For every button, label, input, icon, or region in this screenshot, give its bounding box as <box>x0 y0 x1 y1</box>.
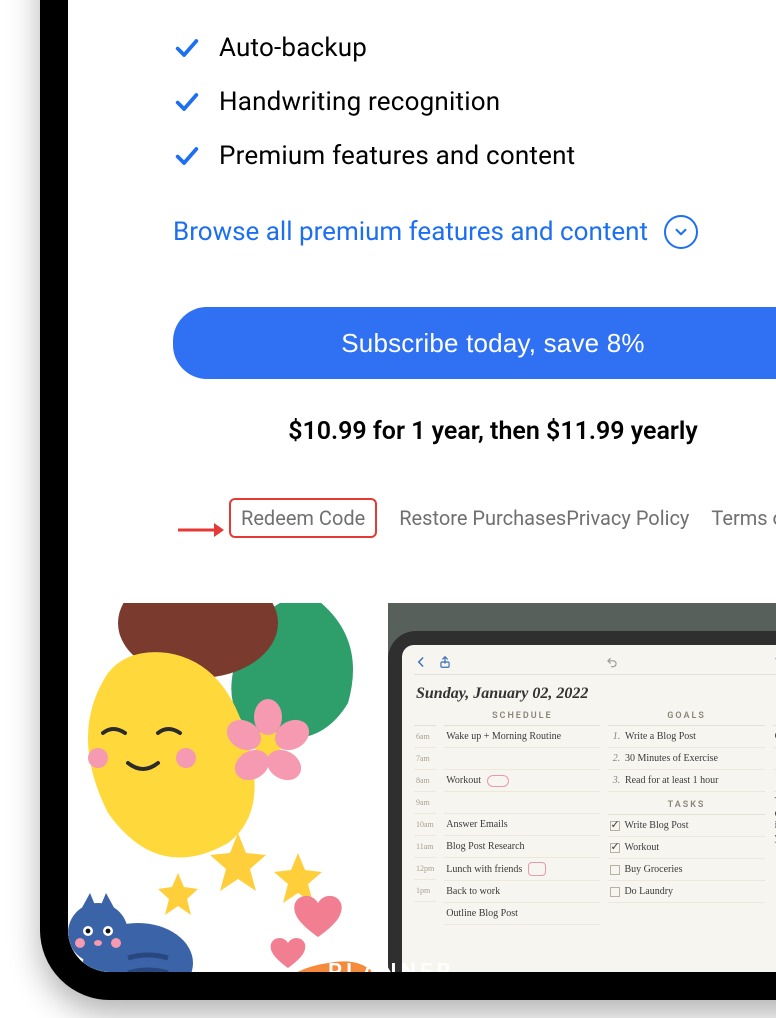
tocall-item <box>773 770 776 792</box>
feature-row: Auto-backup <box>173 33 776 63</box>
tocall-item: Call <box>773 726 776 748</box>
goal-item: 1. Write a Blog Post <box>608 726 764 748</box>
time-cell: 9am <box>414 792 436 814</box>
tocall-item <box>773 748 776 770</box>
goals-tasks-column: GOALS 1. Write a Blog Post 2. 30 Minutes… <box>608 709 764 971</box>
expand-chevron-button[interactable] <box>664 215 698 249</box>
share-icon[interactable] <box>438 655 452 669</box>
time-cell: 11am <box>414 836 436 858</box>
schedule-item: Lunch with friends <box>444 858 600 881</box>
ipad-bezel: Auto-backup Handwriting recognition Prem… <box>40 0 776 1000</box>
ipad-screen: Auto-backup Handwriting recognition Prem… <box>68 0 776 972</box>
schedule-column: SCHEDULE Wake up + Morning Routine Worko… <box>444 709 600 971</box>
terms-link[interactable]: Terms of U <box>711 506 776 530</box>
col-head-tocall: TO CALL <box>773 709 776 726</box>
col-head-tasks: TASKS <box>608 798 764 815</box>
footer-links-row: Redeem Code Restore PurchasesPrivacy Pol… <box>173 498 776 538</box>
task-item: Write Blog Post <box>608 815 764 837</box>
schedule-item: Answer Emails <box>444 814 600 836</box>
goal-item: 2. 30 Minutes of Exercise <box>608 748 764 770</box>
browse-premium-link[interactable]: Browse all premium features and content <box>173 217 648 247</box>
schedule-item <box>444 748 600 770</box>
feature-label: Premium features and content <box>219 141 575 171</box>
col-head-schedule: SCHEDULE <box>444 709 600 726</box>
check-icon <box>173 142 201 170</box>
back-icon[interactable] <box>414 655 428 669</box>
col-head-goals: GOALS <box>608 709 764 726</box>
undo-icon[interactable] <box>605 655 619 669</box>
stage: Auto-backup Handwriting recognition Prem… <box>0 0 776 1018</box>
tablet-mockup: Sunday, January 02, 2022 6am 7am 8am 9am… <box>388 631 776 991</box>
time-cell: 7am <box>414 748 436 770</box>
subscribe-button[interactable]: Subscribe today, save 8% <box>173 307 776 379</box>
restore-purchases-link[interactable]: Restore Purchases <box>399 506 566 530</box>
tocall-column: TO CALL Call Today of doing my it will t… <box>773 709 776 971</box>
schedule-item: Outline Blog Post <box>444 903 600 925</box>
planner-screen: Sunday, January 02, 2022 6am 7am 8am 9am… <box>402 645 776 977</box>
schedule-item: Workout <box>444 770 600 792</box>
task-item: Do Laundry <box>608 881 764 903</box>
schedule-item: Blog Post Research <box>444 836 600 858</box>
showcase-label: PLANNER <box>328 960 454 985</box>
chevron-down-icon <box>672 223 690 241</box>
planner-toolbar <box>414 653 776 675</box>
privacy-policy-link[interactable]: Privacy Policy <box>566 506 689 530</box>
time-cell: 8am <box>414 770 436 792</box>
time-column: 6am 7am 8am 9am 10am 11am 12pm 1pm <box>414 709 436 971</box>
check-icon <box>173 34 201 62</box>
journal-snippet: Today of doing my it will t you all <box>773 792 776 847</box>
schedule-item: Wake up + Morning Routine <box>444 726 600 748</box>
planner-grid: 6am 7am 8am 9am 10am 11am 12pm 1pm SCHED… <box>414 709 776 971</box>
price-line: $10.99 for 1 year, then $11.99 yearly <box>173 417 776 446</box>
browse-row: Browse all premium features and content <box>173 215 776 249</box>
check-icon <box>173 88 201 116</box>
time-cell: 6am <box>414 726 436 748</box>
schedule-item <box>444 792 600 814</box>
sticker-art <box>68 603 388 1000</box>
feature-row: Handwriting recognition <box>173 87 776 117</box>
time-cell: 1pm <box>414 880 436 902</box>
feature-row: Premium features and content <box>173 141 776 171</box>
time-cell: 12pm <box>414 858 436 880</box>
redeem-code-link[interactable]: Redeem Code <box>229 498 377 538</box>
subscribe-button-label: Subscribe today, save 8% <box>341 328 644 359</box>
time-cell: 10am <box>414 814 436 836</box>
goal-item: 3. Read for at least 1 hour <box>608 770 764 792</box>
task-item: Buy Groceries <box>608 859 764 881</box>
schedule-item: Back to work <box>444 881 600 903</box>
text-tool-icon[interactable] <box>772 655 776 669</box>
content-area: Auto-backup Handwriting recognition Prem… <box>173 33 776 538</box>
feature-label: Handwriting recognition <box>219 87 500 117</box>
task-item: Workout <box>608 837 764 859</box>
planner-date: Sunday, January 02, 2022 <box>416 685 776 703</box>
feature-label: Auto-backup <box>219 33 367 63</box>
showcase-strip: Sunday, January 02, 2022 6am 7am 8am 9am… <box>68 603 776 1000</box>
